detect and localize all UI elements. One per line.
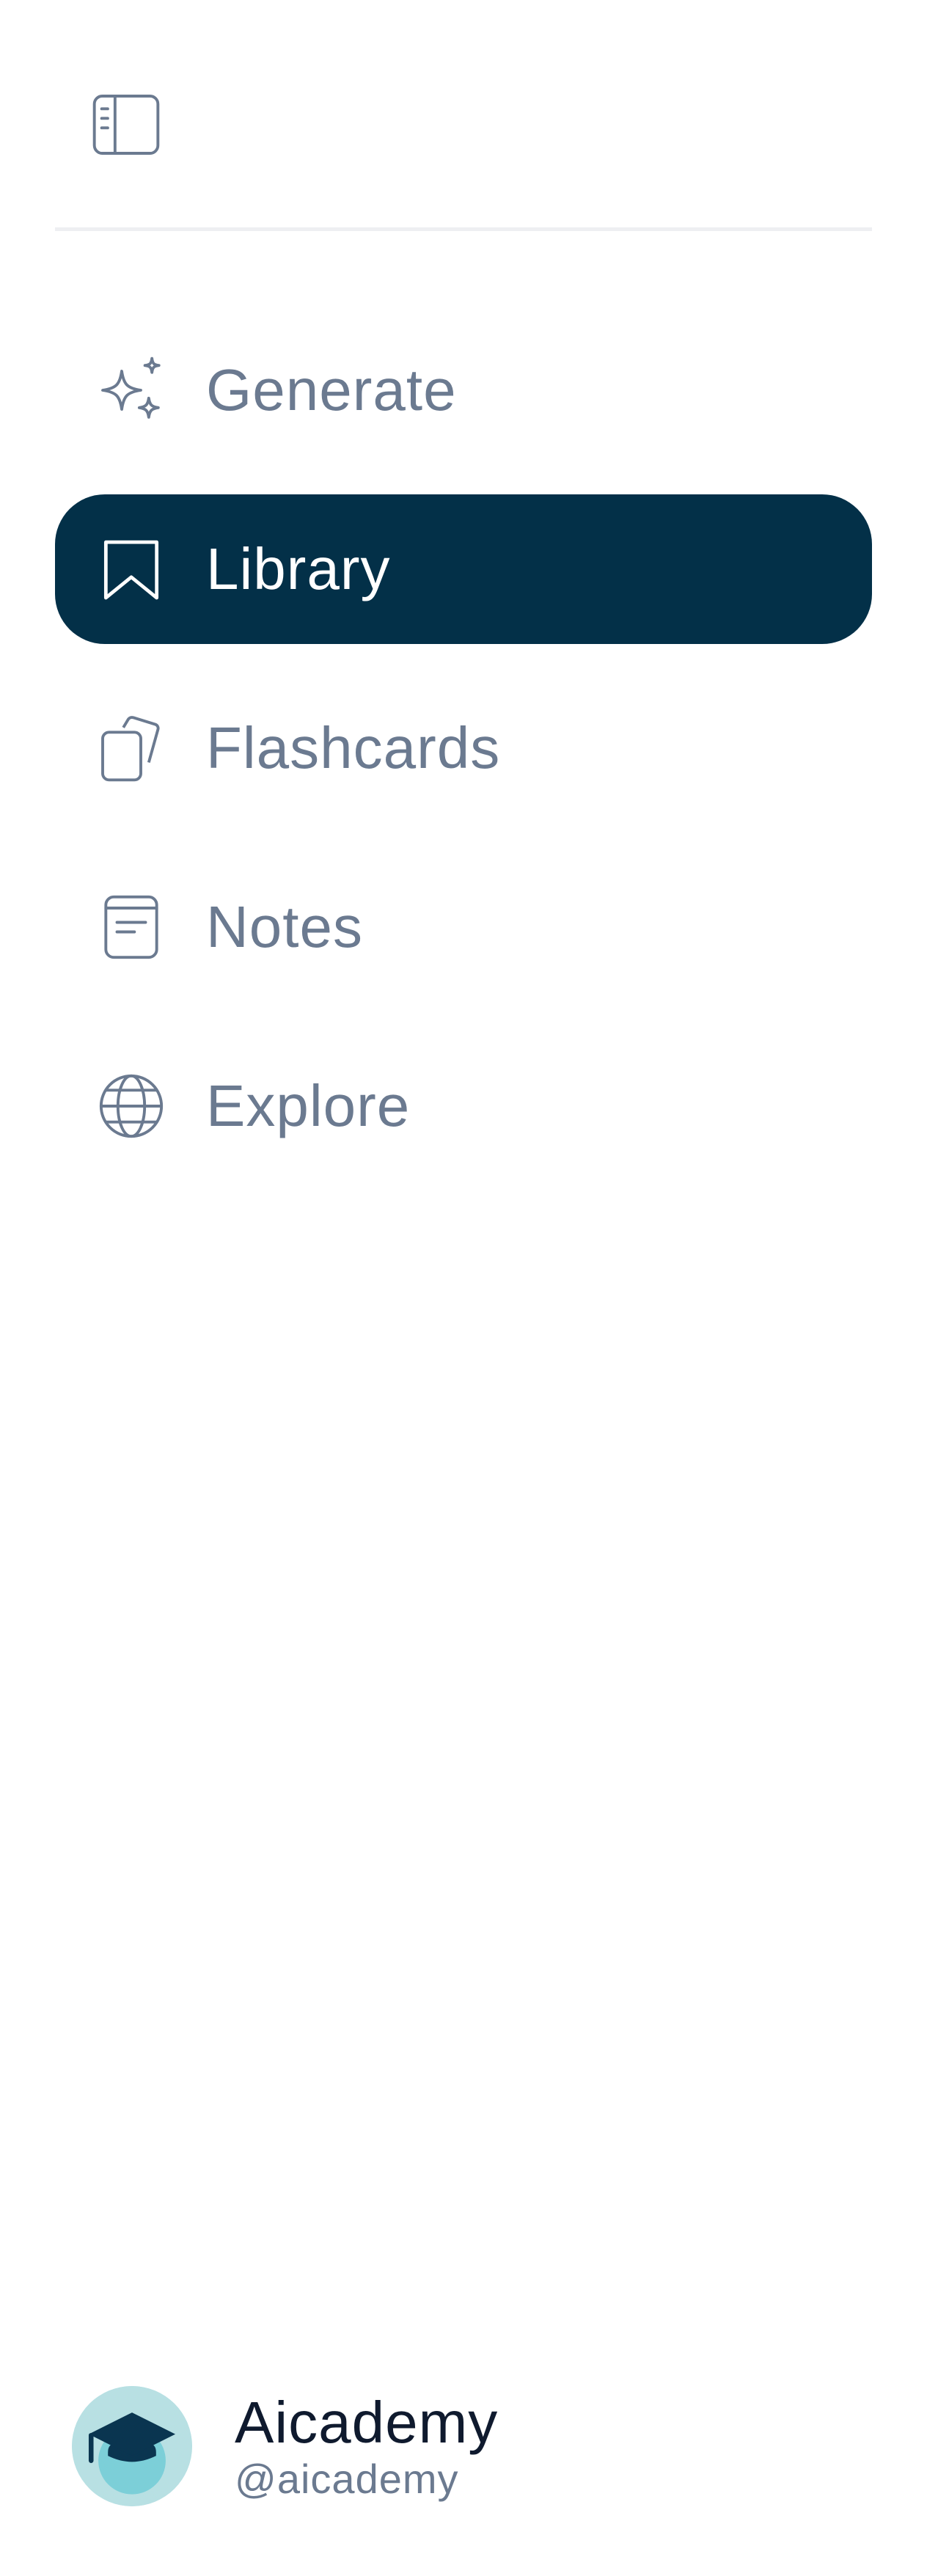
avatar: [72, 2386, 192, 2506]
profile-text: Aicademy @aicademy: [235, 2390, 498, 2503]
nav-item-library[interactable]: Library: [55, 494, 872, 644]
nav-label-flashcards: Flashcards: [206, 715, 501, 780]
sidebar-nav: Generate Library Flashcards Notes Explor…: [55, 315, 872, 1210]
nav-item-flashcards[interactable]: Flashcards: [55, 673, 872, 823]
nav-label-library: Library: [206, 536, 391, 601]
profile-name: Aicademy: [235, 2390, 499, 2455]
sidebar-divider: [55, 227, 872, 231]
sidebar-toggle-icon: [88, 87, 164, 167]
nav-item-notes[interactable]: Notes: [55, 852, 872, 1002]
bookmark-icon: [93, 531, 169, 607]
globe-icon: [93, 1068, 169, 1144]
sidebar-toggle-button[interactable]: [88, 88, 176, 164]
nav-label-generate: Generate: [206, 357, 457, 422]
sidebar: Generate Library Flashcards Notes Explor…: [0, 0, 927, 2576]
sparkles-icon: [93, 352, 169, 428]
nav-item-explore[interactable]: Explore: [55, 1031, 872, 1181]
nav-label-explore: Explore: [206, 1073, 411, 1138]
user-profile[interactable]: Aicademy @aicademy: [72, 2384, 805, 2509]
graduation-cap-icon: [72, 2386, 192, 2506]
nav-item-generate[interactable]: Generate: [55, 315, 872, 465]
profile-handle: @aicademy: [235, 2456, 459, 2502]
nav-label-notes: Notes: [206, 894, 363, 959]
notes-icon: [93, 889, 169, 965]
flashcards-icon: [93, 710, 169, 786]
